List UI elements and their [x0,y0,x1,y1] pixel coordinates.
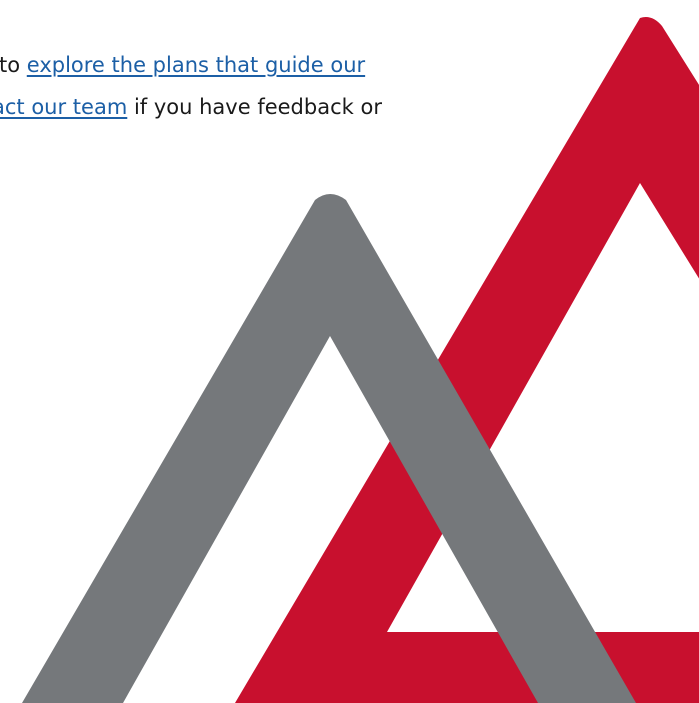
line-1-prefix-text: to [0,53,27,77]
explore-plans-link[interactable]: explore the plans that guide our [27,53,365,77]
contact-team-link[interactable]: act our team [0,95,127,119]
intro-paragraph: to explore the plans that guide our act … [0,44,699,128]
paragraph-line-2: act our team if you have feedback or [0,86,699,128]
line-2-suffix-text: if you have feedback or [127,95,382,119]
page-canvas: to explore the plans that guide our act … [0,0,699,703]
paragraph-line-1: to explore the plans that guide our [0,44,699,86]
